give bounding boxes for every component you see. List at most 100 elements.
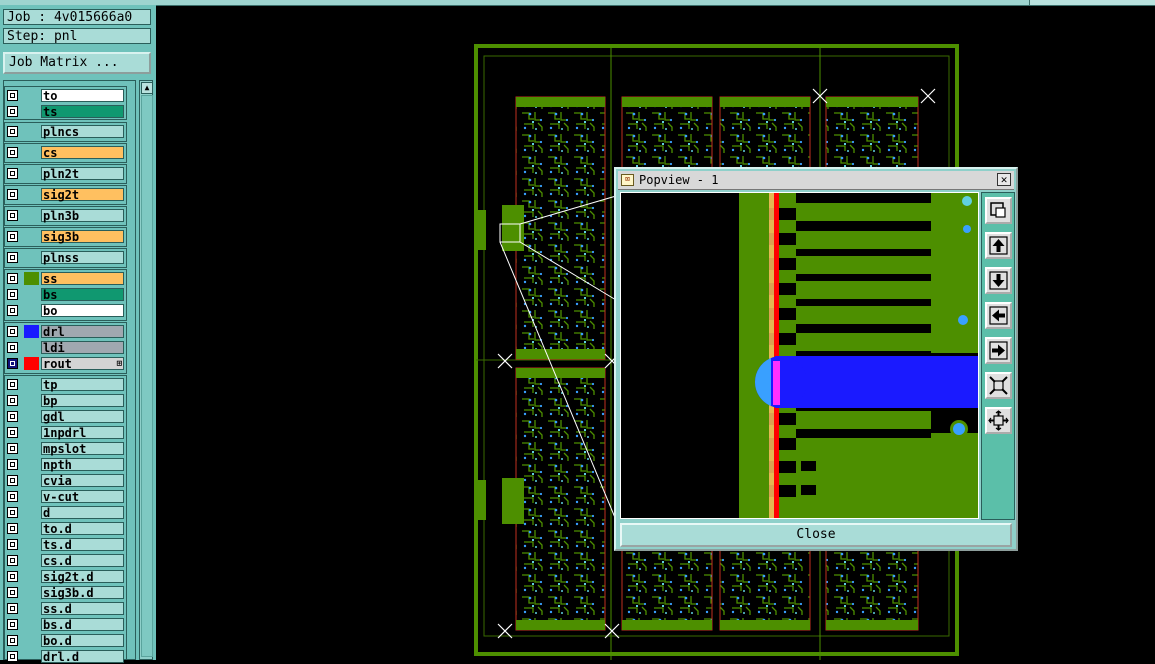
layer-checkbox[interactable] bbox=[7, 587, 18, 598]
layer-row-to-d[interactable]: to.d bbox=[5, 521, 126, 536]
layer-checkbox[interactable] bbox=[7, 126, 18, 137]
layer-row-npth[interactable]: npth bbox=[5, 457, 126, 472]
layer-checkbox[interactable] bbox=[7, 147, 18, 158]
layer-row-sig2t-d[interactable]: sig2t.d bbox=[5, 569, 126, 584]
layer-row-v-cut[interactable]: v-cut bbox=[5, 489, 126, 504]
layer-label: v-cut bbox=[41, 490, 124, 503]
pan-down-icon[interactable] bbox=[985, 267, 1012, 294]
layer-checkbox[interactable] bbox=[7, 619, 18, 630]
layer-label: pln3b bbox=[41, 209, 124, 222]
layer-row-1npdrl[interactable]: 1npdrl bbox=[5, 425, 126, 440]
layer-row-sig3b-d[interactable]: sig3b.d bbox=[5, 585, 126, 600]
layer-row-mpslot[interactable]: mpslot bbox=[5, 441, 126, 456]
layer-row-ss-d[interactable]: ss.d bbox=[5, 601, 126, 616]
layer-row-bs-d[interactable]: bs.d bbox=[5, 617, 126, 632]
layer-label: 1npdrl bbox=[41, 426, 124, 439]
layer-label: ss bbox=[41, 272, 124, 285]
layer-checkbox[interactable] bbox=[7, 443, 18, 454]
layer-row-bo-d[interactable]: bo.d bbox=[5, 633, 126, 648]
layer-checkbox[interactable] bbox=[7, 90, 18, 101]
zoom-out-icon[interactable] bbox=[985, 372, 1012, 399]
popview-title: Popview - 1 bbox=[639, 173, 719, 187]
layer-name: pln3b bbox=[43, 209, 80, 223]
layer-checkbox[interactable] bbox=[7, 189, 18, 200]
layer-row-d[interactable]: d bbox=[5, 505, 126, 520]
layer-row-bp[interactable]: bp bbox=[5, 393, 126, 408]
layer-checkbox[interactable] bbox=[7, 555, 18, 566]
layer-checkbox[interactable] bbox=[7, 289, 18, 300]
layer-checkbox[interactable] bbox=[7, 523, 18, 534]
layer-checkbox[interactable] bbox=[7, 491, 18, 502]
layer-row-plnss[interactable]: plnss bbox=[5, 250, 126, 265]
layer-name: drl bbox=[43, 325, 65, 339]
layer-checkbox[interactable] bbox=[7, 273, 18, 284]
layer-name: d bbox=[43, 506, 51, 520]
layer-row-sig3b[interactable]: sig3b bbox=[5, 229, 126, 244]
popview-zoomed-view[interactable] bbox=[620, 192, 979, 519]
job-matrix-button[interactable]: Job Matrix ... bbox=[3, 52, 151, 74]
layer-row-rout[interactable]: rout ⊞ bbox=[5, 356, 126, 371]
layer-list-scrollbar[interactable]: ▲ bbox=[139, 80, 153, 660]
layer-checkbox[interactable] bbox=[7, 411, 18, 422]
popview-title-bar[interactable]: ⌧ Popview - 1 ✕ bbox=[618, 171, 1014, 190]
layer-name: plnss bbox=[43, 251, 80, 265]
zoom-window-icon[interactable] bbox=[985, 197, 1012, 224]
layer-checkbox[interactable] bbox=[7, 571, 18, 582]
layer-checkbox[interactable] bbox=[7, 635, 18, 646]
layer-row-to[interactable]: to bbox=[5, 88, 126, 103]
expand-icon[interactable]: ⊞ bbox=[117, 358, 122, 370]
layer-row-pln2t[interactable]: pln2t bbox=[5, 166, 126, 181]
layer-checkbox[interactable] bbox=[7, 459, 18, 470]
pan-left-icon[interactable] bbox=[985, 302, 1012, 329]
layer-checkbox[interactable] bbox=[7, 379, 18, 390]
zoom-in-icon[interactable] bbox=[985, 407, 1012, 434]
pan-up-icon[interactable] bbox=[985, 232, 1012, 259]
layer-row-sig2t[interactable]: sig2t bbox=[5, 187, 126, 202]
scroll-up-arrow-icon[interactable]: ▲ bbox=[141, 82, 153, 94]
layer-row-ts-d[interactable]: ts.d bbox=[5, 537, 126, 552]
layer-checkbox[interactable] bbox=[7, 326, 18, 337]
layer-checkbox[interactable] bbox=[7, 106, 18, 117]
layer-row-plncs[interactable]: plncs bbox=[5, 124, 126, 139]
layer-label: bp bbox=[41, 394, 124, 407]
layer-name: sig2t.d bbox=[43, 570, 94, 584]
layer-row-pln3b[interactable]: pln3b bbox=[5, 208, 126, 223]
layer-row-drl[interactable]: drl bbox=[5, 324, 126, 339]
layer-row-ldi[interactable]: ldi bbox=[5, 340, 126, 355]
layer-checkbox[interactable] bbox=[7, 427, 18, 438]
layer-label: plncs bbox=[41, 125, 124, 138]
close-icon[interactable]: ✕ bbox=[997, 173, 1011, 186]
layer-label: ss.d bbox=[41, 602, 124, 615]
layer-name: drl.d bbox=[43, 650, 80, 664]
layer-checkbox[interactable] bbox=[7, 395, 18, 406]
pan-right-icon[interactable] bbox=[985, 337, 1012, 364]
layer-row-ts[interactable]: ts bbox=[5, 104, 126, 119]
layer-label: ldi bbox=[41, 341, 124, 354]
layer-row-cs-d[interactable]: cs.d bbox=[5, 553, 126, 568]
layer-row-bs[interactable]: bs bbox=[5, 287, 126, 302]
layer-row-ss[interactable]: ss bbox=[5, 271, 126, 286]
layer-checkbox[interactable] bbox=[7, 507, 18, 518]
close-button[interactable]: Close bbox=[620, 523, 1012, 547]
layer-row-drl-d[interactable]: drl.d bbox=[5, 649, 126, 664]
layer-checkbox[interactable] bbox=[7, 210, 18, 221]
layer-checkbox[interactable] bbox=[7, 252, 18, 263]
layer-row-cs[interactable]: cs bbox=[5, 145, 126, 160]
layer-checkbox[interactable] bbox=[7, 603, 18, 614]
layer-checkbox[interactable] bbox=[7, 651, 18, 662]
layer-row-gdl[interactable]: gdl bbox=[5, 409, 126, 424]
layer-name: cvia bbox=[43, 474, 72, 488]
layer-row-bo[interactable]: bo bbox=[5, 303, 126, 318]
layer-checkbox[interactable] bbox=[7, 231, 18, 242]
layer-row-cvia[interactable]: cvia bbox=[5, 473, 126, 488]
layer-checkbox[interactable] bbox=[7, 358, 18, 369]
layer-label: ts.d bbox=[41, 538, 124, 551]
layer-checkbox[interactable] bbox=[7, 305, 18, 316]
layer-row-tp[interactable]: tp bbox=[5, 377, 126, 392]
layer-checkbox[interactable] bbox=[7, 539, 18, 550]
layer-checkbox[interactable] bbox=[7, 168, 18, 179]
layer-label: cs.d bbox=[41, 554, 124, 567]
layer-checkbox[interactable] bbox=[7, 475, 18, 486]
scrollbar-thumb[interactable] bbox=[141, 95, 153, 657]
layer-checkbox[interactable] bbox=[7, 342, 18, 353]
